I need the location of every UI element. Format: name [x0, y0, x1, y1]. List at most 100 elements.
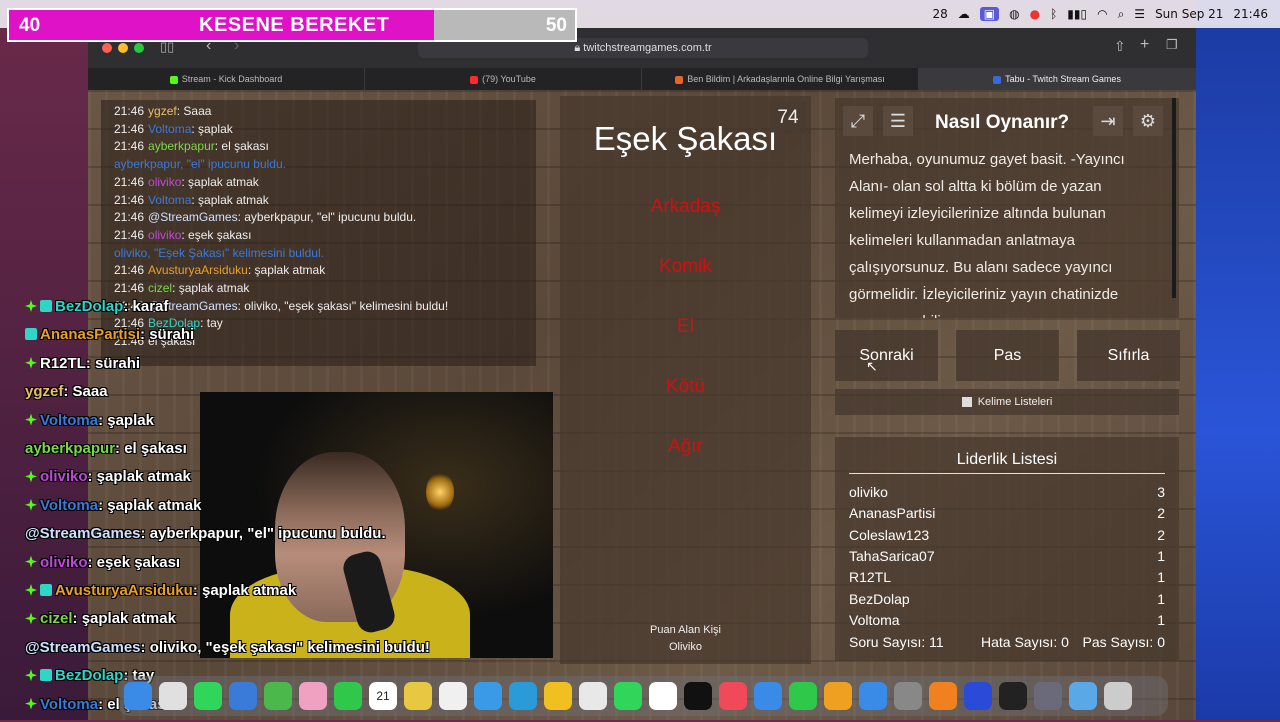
cloud-icon[interactable]: ☁ — [958, 7, 970, 21]
chrome-icon[interactable] — [544, 682, 572, 710]
chat-message: : el şakası — [214, 139, 269, 154]
facetime-icon[interactable] — [334, 682, 362, 710]
notes-icon[interactable] — [404, 682, 432, 710]
stream-chat-username: oliviko — [40, 553, 88, 571]
how-to-play-scrollbar[interactable] — [1172, 98, 1176, 298]
tab-tabu[interactable]: Tabu - Twitch Stream Games — [919, 68, 1196, 90]
tab-overview-icon[interactable]: ❐ — [1166, 37, 1178, 53]
screen-record-icon[interactable]: ▣ — [979, 7, 1000, 21]
record-indicator-icon[interactable]: ● — [1030, 7, 1040, 21]
stream-chat-username: @StreamGames — [25, 525, 141, 543]
word-lists-checkbox[interactable] — [961, 397, 972, 408]
launchpad-icon[interactable] — [159, 682, 187, 710]
stream-chat-line: ygzef: Saaa — [25, 383, 108, 400]
messages-icon[interactable] — [194, 682, 222, 710]
zoom-window-button[interactable] — [134, 43, 144, 53]
leaderboard-name: AnanasPartisi — [849, 505, 936, 522]
music-icon[interactable] — [719, 682, 747, 710]
stream-chat-line: oliviko: eşek şakası — [25, 554, 180, 571]
globe-icon[interactable]: ◍ — [1009, 7, 1019, 21]
tv-icon[interactable] — [684, 682, 712, 710]
appstore-icon[interactable] — [859, 682, 887, 710]
telegram-icon[interactable] — [509, 682, 537, 710]
word-lists-label: Kelime Listeleri — [977, 396, 1053, 408]
close-window-button[interactable] — [102, 43, 112, 53]
folder-icon[interactable] — [1069, 682, 1097, 710]
word-lists-toggle[interactable]: Kelime Listeleri — [835, 389, 1179, 415]
pages-icon[interactable] — [824, 682, 852, 710]
document-icon[interactable]: ☰ — [883, 106, 913, 136]
chat-username[interactable]: AvusturyaArsiduku — [148, 263, 248, 277]
next-button[interactable]: Sonraki — [835, 330, 938, 381]
stream-chat-username: Voltoma — [40, 496, 99, 514]
keynote-icon[interactable] — [754, 682, 782, 710]
game-chat-line: ayberkpapur, "el" ipucunu buldu. — [114, 157, 286, 171]
chat-username[interactable]: oliviko, — [114, 246, 151, 260]
quicktime-icon[interactable] — [1034, 682, 1062, 710]
numbers-icon[interactable] — [789, 682, 817, 710]
finder-icon[interactable] — [124, 682, 152, 710]
search-icon[interactable]: ⌕ — [1118, 7, 1125, 22]
chat-username[interactable]: ygzef — [148, 104, 177, 118]
stream-chat-username: BezDolap — [55, 667, 124, 685]
safari-icon[interactable] — [474, 682, 502, 710]
chat-username[interactable]: Voltoma — [148, 122, 191, 136]
freeform-icon[interactable] — [649, 682, 677, 710]
fullscreen-icon[interactable]: ⤢ — [843, 106, 873, 136]
files-icon[interactable] — [579, 682, 607, 710]
photos-icon[interactable] — [299, 682, 327, 710]
chat-username[interactable]: Voltoma — [148, 193, 191, 207]
stream-chat-message: : şaplak atmak — [72, 610, 176, 628]
stream-chat-message: : ayberkpapur, "el" ipucunu buldu. — [140, 525, 386, 543]
chat-message: : şaplak atmak — [191, 192, 269, 207]
calendar-icon[interactable]: 21 — [369, 682, 397, 710]
stream-chat-username: @StreamGames — [25, 638, 141, 656]
maps-icon[interactable] — [264, 682, 292, 710]
new-tab-icon[interactable]: + — [1140, 36, 1149, 54]
chat-username[interactable]: oliviko — [148, 228, 181, 242]
leaderboard-score: 2 — [1157, 526, 1165, 543]
stream-chat-line: Voltoma: şaplak — [25, 412, 154, 429]
share-icon[interactable]: ⇧ — [1114, 38, 1126, 55]
stream-chat-message: : karaf — [123, 298, 169, 315]
chat-time: 21:46 — [114, 104, 145, 118]
stream-chat-line: oliviko: şaplak atmak — [25, 468, 191, 485]
tab-ben-bildim[interactable]: Ben Bildim | Arkadaşlarınla Online Bilgi… — [642, 68, 919, 90]
chat-message: "el" ipucunu buldu. — [183, 157, 286, 172]
menubar-date[interactable]: Sun Sep 21 — [1155, 7, 1223, 21]
tab-youtube[interactable]: (79) YouTube — [365, 68, 642, 90]
game-chat-line: oliviko, "Eşek Şakası" kelimesini buldul… — [114, 246, 324, 260]
chat-username[interactable]: @StreamGames — [148, 210, 238, 224]
kick-icon — [169, 75, 178, 84]
stream-chat-line: BezDolap: karaf — [25, 298, 168, 315]
youtube-icon — [470, 75, 479, 84]
exit-icon[interactable]: ⇥ — [1093, 106, 1123, 136]
bluetooth-icon[interactable]: ᛒ — [1050, 7, 1057, 21]
settings-icon[interactable] — [894, 682, 922, 710]
battery-icon[interactable]: ▮▮▯ — [1067, 7, 1087, 21]
notification-badge[interactable]: 28 — [932, 7, 947, 21]
mail-icon[interactable] — [229, 682, 257, 710]
wifi-icon[interactable]: ◠ — [1097, 7, 1107, 21]
reset-button[interactable]: Sıfırla — [1077, 330, 1180, 381]
control-center-icon[interactable]: ☰ — [1134, 7, 1145, 21]
stream-chat-line: AnanasPartisi: sürahi — [25, 326, 194, 343]
tab-kick-dashboard[interactable]: Stream - Kick Dashboard — [88, 68, 365, 90]
vlc-icon[interactable] — [929, 682, 957, 710]
trash-icon[interactable] — [1104, 682, 1132, 710]
whatsapp-icon[interactable] — [614, 682, 642, 710]
gear-icon[interactable]: ⚙ — [1133, 106, 1163, 136]
obs-icon[interactable] — [999, 682, 1027, 710]
chat-username[interactable]: ayberkpapur, — [114, 157, 183, 171]
pass-button[interactable]: Pas — [956, 330, 1059, 381]
leaderboard-name: oliviko — [849, 484, 888, 500]
wd-icon[interactable] — [964, 682, 992, 710]
chat-username[interactable]: oliviko — [148, 175, 181, 189]
leaderboard-score: 1 — [1157, 611, 1165, 628]
menubar-time[interactable]: 21:46 — [1233, 7, 1268, 21]
chat-username[interactable]: ayberkpapur — [148, 139, 215, 153]
taboo-word: Komik — [659, 256, 712, 277]
chat-message: "Eşek Şakası" kelimesini buldul. — [150, 245, 324, 260]
minimize-window-button[interactable] — [118, 43, 128, 53]
reminders-icon[interactable] — [439, 682, 467, 710]
